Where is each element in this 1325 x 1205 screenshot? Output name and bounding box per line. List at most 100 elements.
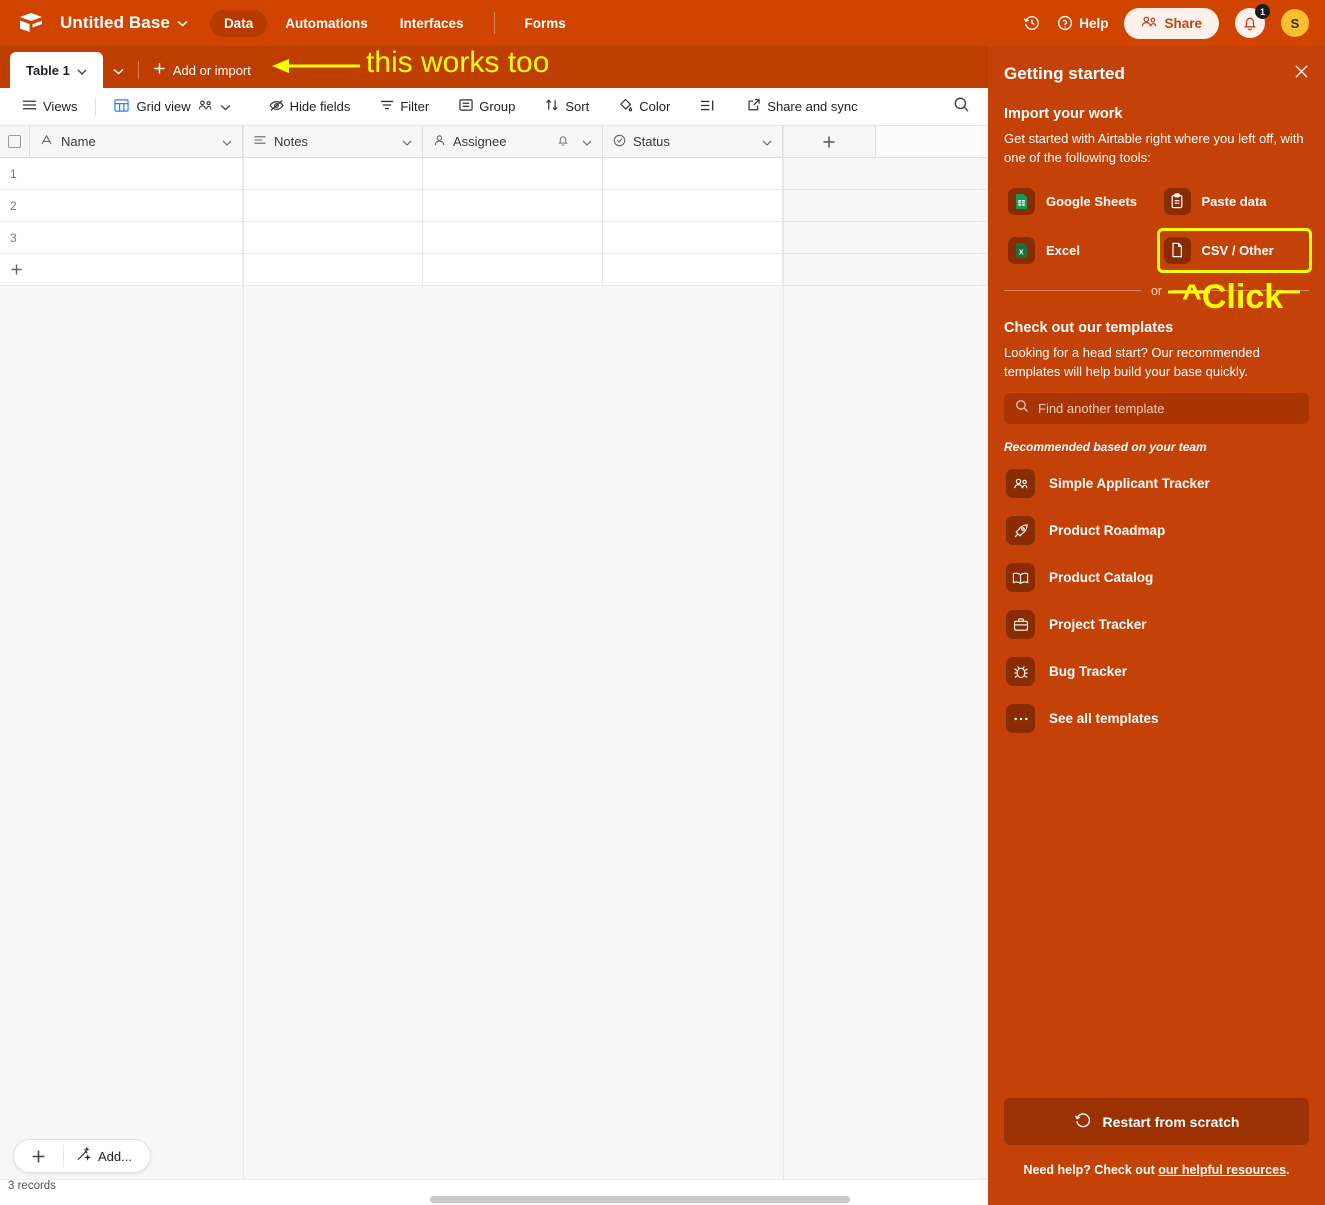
share-and-sync-button[interactable]: Share and sync <box>739 93 865 120</box>
template-search-box[interactable] <box>1004 393 1309 425</box>
close-icon[interactable] <box>1294 64 1309 82</box>
select-all-checkbox[interactable] <box>0 126 30 157</box>
nav-tab-interfaces[interactable]: Interfaces <box>386 10 478 37</box>
grid-vertical-line <box>783 126 784 1179</box>
add-or-import-button[interactable]: Add or import <box>143 52 261 88</box>
table-tab-label: Table 1 <box>26 62 70 78</box>
restart-from-scratch-button[interactable]: Restart from scratch <box>1004 1098 1309 1145</box>
cell-assignee[interactable] <box>423 190 603 221</box>
share-button[interactable]: Share <box>1124 7 1219 39</box>
nav-tab-forms[interactable]: Forms <box>511 10 580 37</box>
chevron-down-icon[interactable] <box>220 99 231 114</box>
row-height-button[interactable] <box>692 94 723 120</box>
grid-view-button[interactable]: Grid view <box>106 93 238 121</box>
nav-divider <box>493 12 495 34</box>
grid-rows: 1 2 3 <box>0 158 988 286</box>
notifications-button[interactable]: 1 <box>1235 4 1270 38</box>
table-row[interactable]: 3 <box>0 222 988 254</box>
sort-button[interactable]: Sort <box>537 93 597 120</box>
add-row-button[interactable] <box>0 254 988 286</box>
import-options: Google Sheets Paste data X Excel CSV / O… <box>1004 182 1312 273</box>
cell-status[interactable] <box>603 190 783 221</box>
filter-button[interactable]: Filter <box>372 94 437 119</box>
chevron-down-icon[interactable] <box>77 63 87 78</box>
nav-tab-automations[interactable]: Automations <box>271 10 382 37</box>
base-title[interactable]: Untitled Base <box>60 13 170 33</box>
template-item-simple-applicant-tracker[interactable]: Simple Applicant Tracker <box>1004 460 1309 507</box>
search-icon <box>953 96 970 118</box>
or-label: or <box>1150 283 1163 298</box>
column-header-notes[interactable]: Notes <box>243 126 423 157</box>
column-header-assignee[interactable]: Assignee <box>423 126 603 157</box>
records-count: 3 records <box>8 1180 56 1192</box>
chevron-down-icon[interactable] <box>222 134 232 149</box>
color-button[interactable]: Color <box>611 93 678 120</box>
views-button[interactable]: Views <box>14 94 85 119</box>
table-row[interactable]: 2 <box>0 190 988 222</box>
cell-name[interactable] <box>30 158 243 189</box>
bug-icon <box>1006 657 1035 687</box>
chevron-down-icon[interactable] <box>402 134 412 149</box>
hamburger-icon <box>22 99 37 114</box>
row-tail <box>783 254 988 285</box>
import-option-paste-data[interactable]: Paste data <box>1160 182 1310 221</box>
search-button[interactable] <box>953 96 974 118</box>
bell-icon[interactable] <box>557 134 569 150</box>
panel-header: Getting started <box>1004 64 1309 84</box>
history-clock-icon[interactable] <box>1023 14 1041 32</box>
template-search-input[interactable] <box>1038 401 1298 417</box>
cell-status[interactable] <box>603 158 783 189</box>
restore-icon <box>1074 1111 1092 1132</box>
add-record-ai-button[interactable]: Add... <box>64 1146 150 1165</box>
avatar[interactable]: S <box>1281 9 1309 37</box>
collaborators-icon <box>198 99 213 115</box>
help-button[interactable]: Help <box>1057 15 1108 31</box>
horizontal-scrollbar[interactable] <box>430 1196 850 1203</box>
template-item-bug-tracker[interactable]: Bug Tracker <box>1004 648 1309 695</box>
chevron-down-icon[interactable] <box>177 20 188 27</box>
import-option-excel[interactable]: X Excel <box>1004 231 1154 270</box>
column-header-status[interactable]: Status <box>603 126 783 157</box>
column-header-label: Assignee <box>453 134 507 149</box>
divider <box>137 61 139 79</box>
add-record-plus-icon[interactable] <box>14 1149 63 1164</box>
cell-notes[interactable] <box>243 158 423 189</box>
row-tail <box>783 158 988 189</box>
cell-assignee[interactable] <box>423 222 603 253</box>
helpful-resources-link[interactable]: our helpful resources <box>1158 1163 1286 1177</box>
add-field-button[interactable] <box>783 126 876 157</box>
chevron-down-icon[interactable] <box>762 134 772 149</box>
airtable-logo-icon[interactable] <box>18 12 44 34</box>
table-list-dropdown[interactable] <box>103 52 134 88</box>
import-option-google-sheets[interactable]: Google Sheets <box>1004 182 1154 221</box>
cell-name[interactable] <box>30 190 243 221</box>
import-option-csv-other[interactable]: CSV / Other <box>1156 227 1312 273</box>
cell-name[interactable] <box>30 222 243 253</box>
cell-assignee[interactable] <box>423 158 603 189</box>
cell-status[interactable] <box>603 222 783 253</box>
column-header-name[interactable]: Name <box>30 126 243 157</box>
cell-notes[interactable] <box>243 222 423 253</box>
sort-arrows-icon <box>545 98 559 115</box>
group-button[interactable]: Group <box>451 93 523 120</box>
chevron-down-icon[interactable] <box>582 134 592 149</box>
nav-tab-data[interactable]: Data <box>209 9 268 37</box>
clipboard-icon <box>1163 187 1191 215</box>
add-row-cell[interactable] <box>30 254 243 285</box>
template-item-product-roadmap[interactable]: Product Roadmap <box>1004 507 1309 554</box>
table-row[interactable]: 1 <box>0 158 988 190</box>
hide-fields-label: Hide fields <box>289 99 351 114</box>
group-label: Group <box>479 99 516 114</box>
template-item-project-tracker[interactable]: Project Tracker <box>1004 601 1309 648</box>
template-item-product-catalog[interactable]: Product Catalog <box>1004 554 1309 601</box>
add-row-cell[interactable] <box>243 254 423 285</box>
excel-icon: X <box>1008 236 1035 264</box>
hide-fields-button[interactable]: Hide fields <box>261 94 359 120</box>
add-row-cell[interactable] <box>423 254 603 285</box>
template-item-see-all-templates[interactable]: See all templates <box>1004 695 1309 742</box>
single-select-icon <box>613 134 626 150</box>
add-row-cell[interactable] <box>603 254 783 285</box>
cell-notes[interactable] <box>243 190 423 221</box>
table-tab-table-1[interactable]: Table 1 <box>10 52 103 88</box>
add-record-pill[interactable]: Add... <box>13 1139 151 1173</box>
